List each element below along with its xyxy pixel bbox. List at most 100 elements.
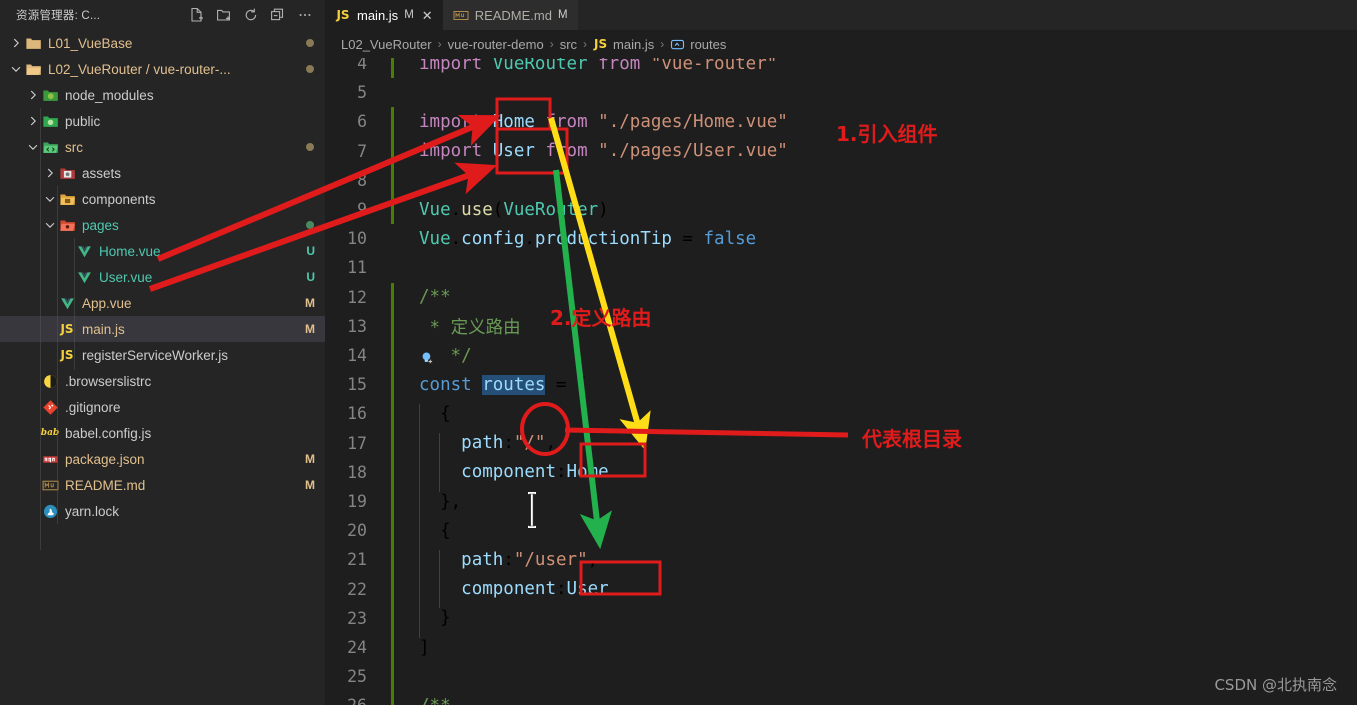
breadcrumb-item-vue-router-demo[interactable]: vue-router-demo	[448, 37, 544, 52]
tree-item-.gitignore[interactable]: .gitignore	[0, 394, 325, 420]
close-icon[interactable]: ✕	[422, 9, 433, 22]
tree-item-.browserslistrc[interactable]: .browserslistrc	[0, 368, 325, 394]
chevron-down-icon[interactable]	[42, 217, 58, 233]
git-change-gutter	[391, 78, 394, 107]
tree-item-components[interactable]: components	[0, 186, 325, 212]
code-line-15: 15 const routes = [	[325, 370, 1357, 400]
folder-open-icon	[24, 61, 42, 78]
editor-tab-label: README.md	[474, 7, 552, 23]
tree-item-src[interactable]: src	[0, 134, 325, 160]
tree-item-l02_vuerouter-vue-router-...[interactable]: L02_VueRouter / vue-router-...	[0, 56, 325, 82]
tree-item-babel.config.js[interactable]: bab babel.config.js	[0, 420, 325, 446]
code-text: component:User	[394, 579, 1357, 609]
code-text: }	[394, 608, 1357, 638]
folder-node-icon	[41, 87, 59, 104]
code-line-8: 8	[325, 165, 1357, 195]
tree-item-modified-dot	[306, 39, 314, 47]
breadcrumb-separator: ›	[549, 37, 554, 51]
tree-item-status-badge: M	[305, 322, 315, 336]
tree-item-main.js[interactable]: JS main.js M	[0, 316, 325, 342]
code-line-19: 19 },	[325, 487, 1357, 521]
code-editor[interactable]: 4 import VueRouter from "vue-router" 5 6 imp…	[325, 58, 1357, 705]
tree-item-user.vue[interactable]: User.vue U	[0, 264, 325, 290]
tree-item-node_modules[interactable]: node_modules	[0, 82, 325, 108]
line-number: 11	[347, 258, 367, 278]
breadcrumb: L02_VueRouter › vue-router-demo › src › JS main…	[325, 30, 1357, 58]
code-text: {	[394, 403, 1357, 434]
code-line-11: 11	[325, 253, 1357, 282]
code-line-5: 5	[325, 78, 1357, 107]
breadcrumb-item-src[interactable]: src	[560, 37, 577, 52]
new-file-icon[interactable]	[189, 7, 205, 23]
tree-item-label: src	[65, 139, 83, 155]
tree-item-assets[interactable]: assets	[0, 160, 325, 186]
tree-item-home.vue[interactable]: Home.vue U	[0, 238, 325, 264]
tree-item-status-badge: U	[306, 244, 315, 258]
explorer-header: 资源管理器: C...	[0, 0, 325, 30]
breadcrumb-item-label: main.js	[613, 36, 655, 52]
folder-assets-icon	[58, 165, 76, 182]
code-line-4: 4 import VueRouter from "vue-router"	[325, 58, 1357, 79]
breadcrumb-item-label: routes	[690, 36, 727, 52]
tree-item-l01_vuebase[interactable]: L01_VueBase	[0, 30, 325, 56]
code-line-14: 14 */	[325, 341, 1357, 371]
line-number: 20	[347, 521, 367, 541]
folder-components-icon	[58, 191, 76, 208]
tree-item-modified-dot	[306, 221, 314, 229]
lightbulb-icon[interactable]	[419, 350, 436, 372]
chevron-right-icon[interactable]	[42, 165, 58, 181]
line-number: 21	[347, 550, 367, 570]
tree-item-yarn.lock[interactable]: yarn.lock	[0, 498, 325, 524]
chevron-right-icon[interactable]	[25, 87, 41, 103]
code-line-22: 22 component:User	[325, 574, 1357, 609]
tree-item-label: Home.vue	[99, 243, 161, 259]
code-text: component:Home	[394, 462, 1357, 492]
code-text: */	[394, 346, 1357, 366]
editor-tab-README-md[interactable]: README.md M	[442, 0, 578, 30]
refresh-icon[interactable]	[243, 7, 259, 23]
editor-area: JS main.js M ✕ README.md M L02_VueRouter › vue-…	[325, 0, 1357, 705]
tree-item-label: components	[82, 191, 156, 207]
code-line-13: 13 * 定义路由	[325, 311, 1357, 341]
tree-item-public[interactable]: public	[0, 108, 325, 134]
tree-item-label: .browserslistrc	[65, 373, 152, 389]
tree-item-label: pages	[82, 217, 119, 233]
line-number: 15	[347, 375, 367, 395]
breadcrumb-item-main.js[interactable]: JS main.js	[593, 37, 654, 52]
chevron-down-icon[interactable]	[8, 61, 24, 77]
chevron-down-icon[interactable]	[25, 139, 41, 155]
line-number: 9	[357, 200, 367, 220]
code-text: /**	[419, 287, 451, 308]
code-line-23: 23 }	[325, 603, 1357, 638]
tree-item-registerserviceworker.js[interactable]: JS registerServiceWorker.js	[0, 342, 325, 368]
git-change-gutter	[391, 662, 394, 692]
collapse-all-icon[interactable]	[270, 7, 286, 23]
tree-item-label: assets	[82, 165, 122, 181]
tree-item-modified-dot	[306, 143, 314, 151]
code-line-21: 21 path:"/user",	[325, 545, 1357, 580]
breadcrumb-item-l02_vuerouter[interactable]: L02_VueRouter	[341, 37, 432, 52]
code-line-10: 10 Vue.config.productionTip = false	[325, 224, 1357, 253]
tree-item-app.vue[interactable]: App.vue M	[0, 290, 325, 316]
sidebar-explorer: 资源管理器: C... L01_VueBase L02_VueRouter / …	[0, 0, 325, 705]
watermark: CSDN @北执南念	[1214, 676, 1337, 694]
chevron-down-icon[interactable]	[42, 191, 58, 207]
chevron-right-icon[interactable]	[8, 35, 24, 51]
more-actions-icon[interactable]	[297, 7, 313, 23]
breadcrumb-item-routes[interactable]: routes	[670, 36, 726, 53]
tree-item-readme.md[interactable]: README.md M	[0, 472, 325, 498]
tree-item-package.json[interactable]: package.json M	[0, 446, 325, 472]
code-line-25: 25	[325, 662, 1357, 692]
tree-item-label: User.vue	[99, 269, 153, 285]
tree-item-label: babel.config.js	[65, 425, 152, 441]
editor-tab-main-js[interactable]: JS main.js M ✕	[325, 0, 443, 30]
chevron-right-icon[interactable]	[25, 113, 41, 129]
breadcrumb-separator: ›	[660, 37, 665, 51]
js-file-icon: JS	[593, 37, 608, 51]
tree-item-pages[interactable]: pages	[0, 212, 325, 238]
new-folder-icon[interactable]	[216, 7, 232, 23]
tree-item-label: node_modules	[65, 87, 154, 103]
tree-item-label: README.md	[65, 477, 146, 493]
code-text: const routes = [	[419, 374, 588, 395]
code-line-9: 9 Vue.use(VueRouter)	[325, 195, 1357, 225]
